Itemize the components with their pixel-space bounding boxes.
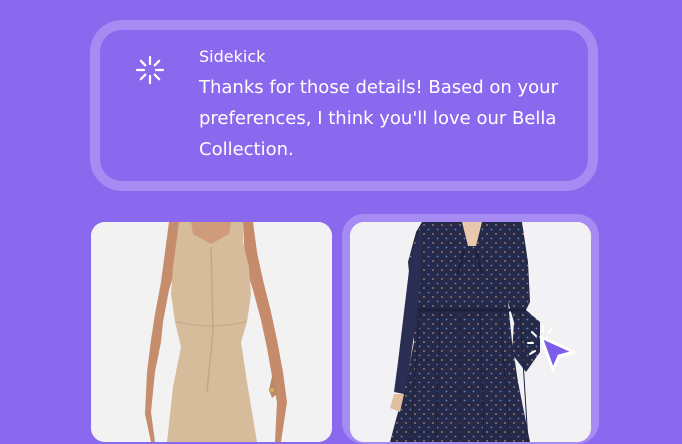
pointer-cursor-icon <box>527 325 576 372</box>
product-image-beige-dress <box>91 222 332 442</box>
product-card-beige-dress[interactable] <box>91 222 332 442</box>
chat-message: Thanks for those details! Based on your … <box>199 77 558 160</box>
sparkle-icon <box>135 55 165 85</box>
sender-name: Sidekick <box>199 47 266 66</box>
chat-bubble: Sidekick Thanks for those details! Based… <box>90 20 598 191</box>
chat-bubble-inner: Sidekick Thanks for those details! Based… <box>100 30 588 181</box>
